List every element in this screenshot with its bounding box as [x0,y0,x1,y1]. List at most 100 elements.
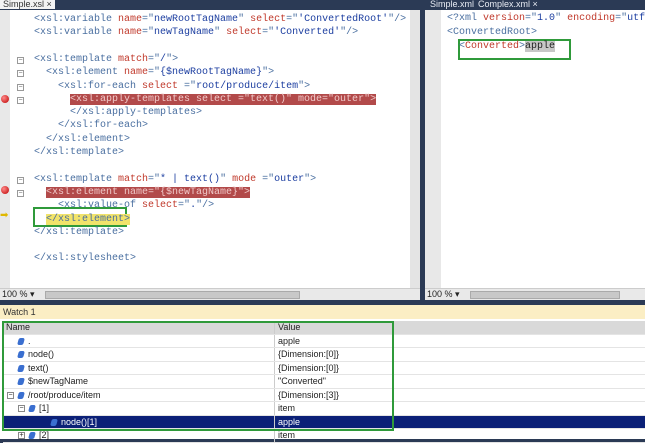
code-token: select [142,80,179,92]
horizontal-scrollbar[interactable] [470,291,620,299]
tab-complex-xml[interactable]: Complex.xml × [475,0,541,9]
code-line: </xsl:stylesheet> [34,253,136,265]
code-token: select [226,27,263,39]
code-line: <?xml version="1.0" encoding="utf-8"?> [447,13,645,25]
code-token: </xsl:stylesheet> [34,253,137,265]
code-token: </xsl:template> [34,147,125,158]
expand-icon[interactable]: + [18,432,25,440]
code-token: </xsl:element> [46,213,131,225]
code-token: * | text() [160,173,221,185]
code-line: <xsl:element name="{$newRootTagName}"> [34,67,274,79]
code-token: <xsl:variable [34,14,119,25]
code-token: </xsl:template> [34,226,125,238]
xsl-editor[interactable]: ➡ <xsl:variable name="newRootTagName" se… [0,10,420,288]
code-token: "/> [340,27,359,39]
code-token: utf-8 [627,13,645,24]
fold-toggle-icon[interactable]: − [17,56,24,64]
code-token: encoding [567,13,616,24]
code-token: " [214,27,227,39]
highlight-box [2,321,394,431]
code-line: </xsl:for-each> [34,120,148,132]
breakpoint-icon[interactable] [1,186,9,194]
code-token: =" [148,67,161,79]
code-token: select [142,200,179,212]
fold-toggle-icon[interactable]: − [17,70,24,78]
code-line: </xsl:template> [34,147,124,159]
code-token: " [238,14,251,25]
code-line: </xsl:apply-templates> [34,107,202,119]
watch-row[interactable]: + [2] item [3,429,645,443]
code-token: newRootTagName [154,14,239,25]
horizontal-scrollbar[interactable] [45,291,300,299]
code-token: =" [148,53,161,65]
left-zoom-bar: 100 % ▾ [0,288,420,300]
code-line: <xsl:template match="/"> [34,54,178,66]
code-token: <xsl:template [34,53,119,65]
watch-title: Watch 1 [0,305,645,319]
code-token: <xsl:template [34,173,119,185]
code-line: <xsl:apply-templates select ="text()" mo… [34,93,377,106]
code-token: <xsl:variable [34,27,119,39]
breakpoint-gutter[interactable] [0,10,10,288]
code-token: mode [232,173,257,185]
tab-simple-xsl[interactable]: Simple.xsl × [0,0,55,9]
code-token: match [118,173,149,185]
code-token: " [220,173,233,185]
breakpoint-icon[interactable] [1,95,9,103]
code-token: <xsl:for-each [34,80,143,92]
code-token: <ConvertedRoot> [447,27,538,38]
code-token: " [555,13,568,24]
code-token: "> [304,173,317,185]
code-token: <xsl:element name="{$newTagName}"> [46,186,251,198]
close-icon[interactable]: × [47,0,52,9]
code-token: </xsl:apply-templates> [34,107,203,119]
fold-toggle-icon[interactable]: − [17,189,24,197]
code-token: "> [166,53,179,65]
code-token: </xsl:element> [34,133,131,145]
code-token: <?xml [447,13,484,24]
code-token: =" [142,27,155,39]
code-line: <xsl:variable name="newTagName" select="… [34,27,358,39]
code-token: "/> [196,200,215,212]
fold-toggle-icon[interactable]: − [17,83,24,91]
code-line: <ConvertedRoot> [447,27,537,39]
code-token: "> [298,80,311,92]
code-token: apple [525,41,556,52]
code-line: </xsl:element> [34,134,130,146]
code-token: <xsl:element [34,67,125,79]
zoom-select[interactable]: 100 % [425,289,453,299]
code-token: name [124,67,149,79]
code-token: 'ConvertedRoot' [298,14,389,25]
close-icon[interactable]: × [533,0,538,9]
code-line: </xsl:element> [34,213,131,226]
code-token: </xsl:for-each> [34,120,149,132]
code-token: < [447,41,466,52]
tab-simple-xml[interactable]: Simple.xml [427,0,477,9]
code-token: =" [615,13,628,24]
left-tab-bar: Simple.xsl × [0,0,420,10]
code-token: root/produce/item [196,80,299,92]
code-token: select [250,14,287,25]
right-zoom-bar: 100 % ▾ [425,288,645,300]
zoom-select[interactable]: 100 % [0,289,28,299]
code-line: <xsl:element name="{$newTagName}"> [34,186,251,199]
variable-icon [28,432,36,440]
code-token: version [483,13,526,24]
code-token: =" [286,14,299,25]
code-token: name [118,27,143,39]
code-token: "/> [388,14,407,25]
code-line: <xsl:template match="* | text()" mode ="… [34,174,316,186]
code-token: 'Converted' [274,27,341,39]
code-token: =" [525,13,538,24]
watch-panel: Watch 1 Name Value . apple node() {Dimensio… [0,305,645,443]
vertical-scrollbar[interactable] [410,10,420,288]
current-line-arrow-icon: ➡ [0,210,9,221]
xml-output-editor[interactable]: <?xml version="1.0" encoding="utf-8"?><C… [425,10,645,288]
fold-toggle-icon[interactable]: − [17,96,24,104]
code-token: =" [178,80,197,92]
code-token: name [118,14,143,25]
fold-toggle-icon[interactable]: − [17,176,24,184]
code-line: <xsl:variable name =" newRootTagName" sele… [34,14,406,26]
code-token: match [118,53,149,65]
